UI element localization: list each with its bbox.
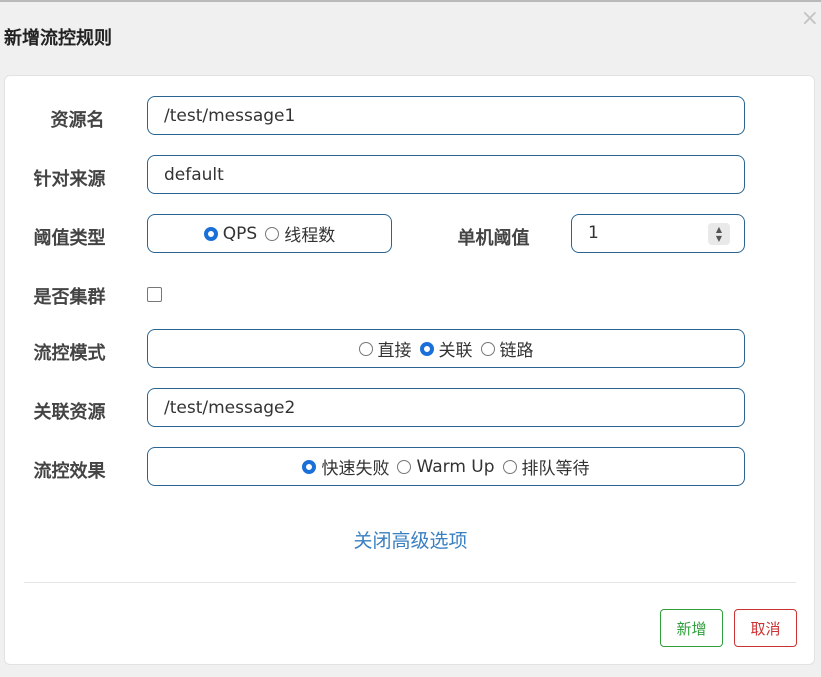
add-button[interactable]: 新增 bbox=[660, 609, 723, 647]
control-effect-fail-fast[interactable]: 快速失败 bbox=[302, 454, 389, 479]
cancel-button[interactable]: 取消 bbox=[734, 609, 797, 647]
radio-label: 线程数 bbox=[284, 226, 336, 246]
threshold-type-label: 阈值类型 bbox=[33, 228, 106, 249]
threshold-type-threads[interactable]: 线程数 bbox=[265, 221, 335, 246]
ref-resource-input[interactable] bbox=[147, 388, 745, 427]
control-mode-related[interactable]: 关联 bbox=[419, 336, 473, 361]
cluster-mode-checkbox[interactable] bbox=[147, 287, 162, 302]
radio-label: 排队等待 bbox=[521, 459, 590, 479]
radio-label: 直接 bbox=[377, 341, 412, 361]
single-threshold-input[interactable]: 1 ▲ ▼ bbox=[571, 214, 745, 253]
single-threshold-label: 单机阈值 bbox=[457, 228, 530, 249]
radio-label: QPS bbox=[222, 223, 258, 244]
resource-name-label: 资源名 bbox=[50, 110, 105, 131]
radio-label: 快速失败 bbox=[321, 459, 390, 479]
radio-checked-icon bbox=[419, 341, 434, 356]
limit-origin-input[interactable] bbox=[147, 155, 745, 194]
dialog-top-border bbox=[0, 0, 821, 2]
radio-label: Warm Up bbox=[416, 456, 495, 477]
control-mode-label: 流控模式 bbox=[33, 343, 106, 364]
ref-resource-label: 关联资源 bbox=[33, 402, 106, 423]
control-effect-warm-up[interactable]: Warm Up bbox=[397, 456, 495, 477]
control-effect-label: 流控效果 bbox=[33, 461, 106, 482]
divider bbox=[24, 582, 796, 583]
radio-label: 链路 bbox=[499, 341, 534, 361]
radio-label: 关联 bbox=[438, 341, 473, 361]
radio-unchecked-icon bbox=[480, 341, 495, 356]
control-mode-group: 直接 关联 链路 bbox=[147, 329, 745, 368]
radio-unchecked-icon bbox=[265, 226, 280, 241]
threshold-type-qps[interactable]: QPS bbox=[203, 223, 258, 244]
limit-origin-label: 针对来源 bbox=[33, 169, 106, 190]
radio-checked-icon bbox=[203, 226, 218, 241]
single-threshold-value: 1 bbox=[588, 223, 599, 243]
form-panel: 资源名 针对来源 阈值类型 QPS 线程数 单机阈值 1 ▲ ▼ 是否集群 流控… bbox=[4, 75, 815, 665]
control-mode-direct[interactable]: 直接 bbox=[358, 336, 412, 361]
advanced-options-toggle[interactable]: 关闭高级选项 bbox=[5, 526, 816, 553]
threshold-type-group: QPS 线程数 bbox=[147, 214, 392, 253]
radio-unchecked-icon bbox=[397, 459, 412, 474]
control-effect-group: 快速失败 Warm Up 排队等待 bbox=[147, 447, 745, 486]
radio-checked-icon bbox=[302, 459, 317, 474]
close-icon[interactable]: × bbox=[801, 8, 819, 30]
number-spinner-icon[interactable]: ▲ ▼ bbox=[708, 223, 730, 245]
resource-name-input[interactable] bbox=[147, 96, 745, 135]
radio-unchecked-icon bbox=[358, 341, 373, 356]
cluster-mode-label: 是否集群 bbox=[33, 287, 106, 308]
control-mode-chain[interactable]: 链路 bbox=[480, 336, 534, 361]
control-effect-queue[interactable]: 排队等待 bbox=[502, 454, 590, 479]
dialog-title: 新增流控规则 bbox=[4, 28, 112, 49]
radio-unchecked-icon bbox=[502, 459, 517, 474]
